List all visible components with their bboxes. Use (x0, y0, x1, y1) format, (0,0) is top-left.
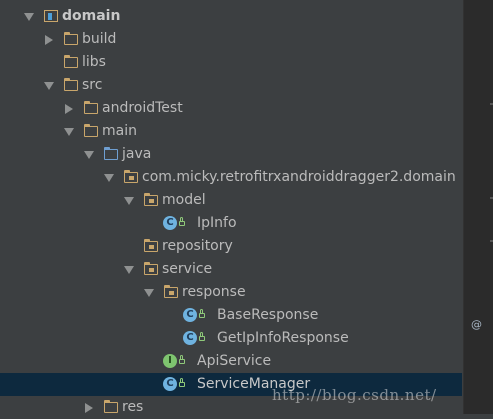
expand-arrow-icon[interactable] (22, 5, 34, 28)
annotation-marker: @ (471, 318, 482, 331)
tree-label: main (102, 123, 137, 139)
tree-label: ApiService (197, 353, 272, 369)
tree-label: model (162, 192, 206, 208)
folder-icon (102, 396, 120, 419)
tree-label: response (182, 284, 246, 300)
source-folder-icon (102, 143, 120, 166)
tree-label: IpInfo (197, 215, 237, 231)
collapse-arrow-icon[interactable] (42, 28, 54, 51)
collapse-arrow-icon[interactable] (62, 97, 74, 120)
tree-row-response[interactable]: response (0, 281, 462, 304)
tree-label: BaseResponse (217, 307, 319, 323)
lock-icon (199, 332, 205, 341)
folder-icon (62, 51, 80, 74)
tree-row-androidtest[interactable]: androidTest (0, 97, 462, 120)
expand-arrow-icon[interactable] (82, 143, 94, 166)
interface-icon: I (162, 350, 185, 373)
tree-label: domain (62, 8, 121, 24)
package-icon (122, 166, 140, 189)
tree-row-apiservice[interactable]: I ApiService (0, 350, 462, 373)
tree-row-model[interactable]: model (0, 189, 462, 212)
tree-row-build[interactable]: build (0, 28, 462, 51)
tree-label: GetIpInfoResponse (217, 330, 349, 346)
class-icon: C (162, 212, 185, 235)
tree-row-service[interactable]: service (0, 258, 462, 281)
folder-icon (82, 120, 100, 143)
tree-label: libs (82, 54, 106, 70)
lock-icon (179, 378, 185, 387)
class-icon: C (182, 327, 205, 350)
tree-label: java (122, 146, 152, 162)
expand-arrow-icon[interactable] (122, 189, 134, 212)
tree-row-package[interactable]: com.micky.retrofitrxandroiddragger2.doma… (0, 166, 462, 189)
tree-row-ipinfo[interactable]: C IpInfo (0, 212, 462, 235)
package-icon (142, 189, 160, 212)
expand-arrow-icon[interactable] (62, 120, 74, 143)
expand-arrow-icon[interactable] (142, 281, 154, 304)
tree-row-getipinforesponse[interactable]: C GetIpInfoResponse (0, 327, 462, 350)
tree-label: repository (162, 238, 233, 254)
tree-row-baseresponse[interactable]: C BaseResponse (0, 304, 462, 327)
class-icon: C (182, 304, 205, 327)
package-icon (162, 281, 180, 304)
lock-icon (179, 355, 185, 364)
class-icon: C (162, 373, 185, 396)
tree-row-repository[interactable]: repository (0, 235, 462, 258)
tree-row-main[interactable]: main (0, 120, 462, 143)
folder-icon (62, 28, 80, 51)
tree-label: res (122, 399, 144, 415)
module-icon (42, 5, 60, 28)
editor-gutter: @ (463, 0, 493, 414)
tree-row-libs[interactable]: libs (0, 51, 462, 74)
tree-label: src (82, 77, 103, 93)
tree-row-domain[interactable]: domain (0, 5, 462, 28)
tree-label: com.micky.retrofitrxandroiddragger2.doma… (142, 169, 456, 185)
package-icon (142, 258, 160, 281)
tree-row-java[interactable]: java (0, 143, 462, 166)
expand-arrow-icon[interactable] (42, 74, 54, 97)
tree-label: build (82, 31, 117, 47)
project-tree: domain build libs src androidTest main j… (0, 0, 462, 415)
lock-icon (179, 217, 185, 226)
tree-label: androidTest (102, 100, 183, 116)
package-icon (142, 235, 160, 258)
tree-row-src[interactable]: src (0, 74, 462, 97)
watermark: http://blog.csdn.net/ (272, 386, 437, 404)
collapse-arrow-icon[interactable] (82, 396, 94, 419)
lock-icon (199, 309, 205, 318)
tree-label: service (162, 261, 213, 277)
folder-icon (62, 74, 80, 97)
folder-icon (82, 97, 100, 120)
expand-arrow-icon[interactable] (122, 258, 134, 281)
expand-arrow-icon[interactable] (102, 166, 114, 189)
